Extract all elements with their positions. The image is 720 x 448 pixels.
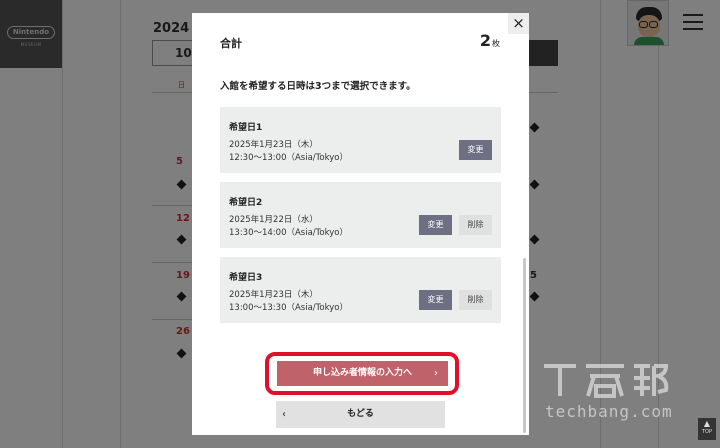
change-button[interactable]: 変更 xyxy=(419,215,452,235)
total-row: 合計 2枚 xyxy=(220,31,500,59)
watermark-text: techbang.com xyxy=(545,402,673,421)
preference-date: 2025年1月22日（水） xyxy=(229,215,318,225)
total-ticket-count: 2枚 xyxy=(479,31,500,50)
preference-title: 希望日3 xyxy=(229,273,263,283)
total-label: 合計 xyxy=(220,37,242,50)
preference-time: 12:30〜13:00（Asia/Tokyo） xyxy=(229,153,348,163)
preference-date: 2025年1月23日（木） xyxy=(229,290,318,300)
instruction-text: 入館を希望する日時は3つまで選択できます。 xyxy=(220,81,416,92)
preference-time: 13:00〜13:30（Asia/Tokyo） xyxy=(229,303,348,313)
preference-card: 希望日3 2025年1月23日（木） 13:00〜13:30（Asia/Toky… xyxy=(220,257,501,323)
top-label: TOP xyxy=(701,429,712,435)
back-button[interactable]: ‹ もどる xyxy=(276,401,445,428)
change-button[interactable]: 変更 xyxy=(459,140,492,160)
preference-card: 希望日2 2025年1月22日（水） 13:30〜14:00（Asia/Toky… xyxy=(220,182,501,248)
proceed-to-applicant-info-button[interactable]: 申し込み者情報の入力へ › xyxy=(277,361,448,386)
preference-time: 13:30〜14:00（Asia/Tokyo） xyxy=(229,228,348,238)
chevron-right-icon: › xyxy=(434,368,438,379)
arrow-up-icon: ▲ xyxy=(703,419,711,428)
modal-scrollbar[interactable] xyxy=(523,258,526,433)
scroll-top-button[interactable]: ▲ TOP xyxy=(698,418,716,440)
preference-title: 希望日1 xyxy=(229,123,263,133)
submit-label: 申し込み者情報の入力へ xyxy=(312,368,412,378)
techbang-logo-icon xyxy=(544,364,669,398)
delete-button[interactable]: 削除 xyxy=(459,290,492,310)
reservation-modal: × 合計 2枚 入館を希望する日時は3つまで選択できます。 希望日1 2025年… xyxy=(192,13,529,435)
preference-card: 希望日1 2025年1月23日（木） 12:30〜13:00（Asia/Toky… xyxy=(220,107,501,173)
change-button[interactable]: 変更 xyxy=(419,290,452,310)
preference-title: 希望日2 xyxy=(229,198,263,208)
preference-date: 2025年1月23日（木） xyxy=(229,140,318,150)
delete-button[interactable]: 削除 xyxy=(459,215,492,235)
close-icon[interactable]: × xyxy=(508,13,529,34)
total-unit: 枚 xyxy=(492,39,500,48)
back-label: もどる xyxy=(347,409,374,419)
chevron-left-icon: ‹ xyxy=(282,409,286,420)
